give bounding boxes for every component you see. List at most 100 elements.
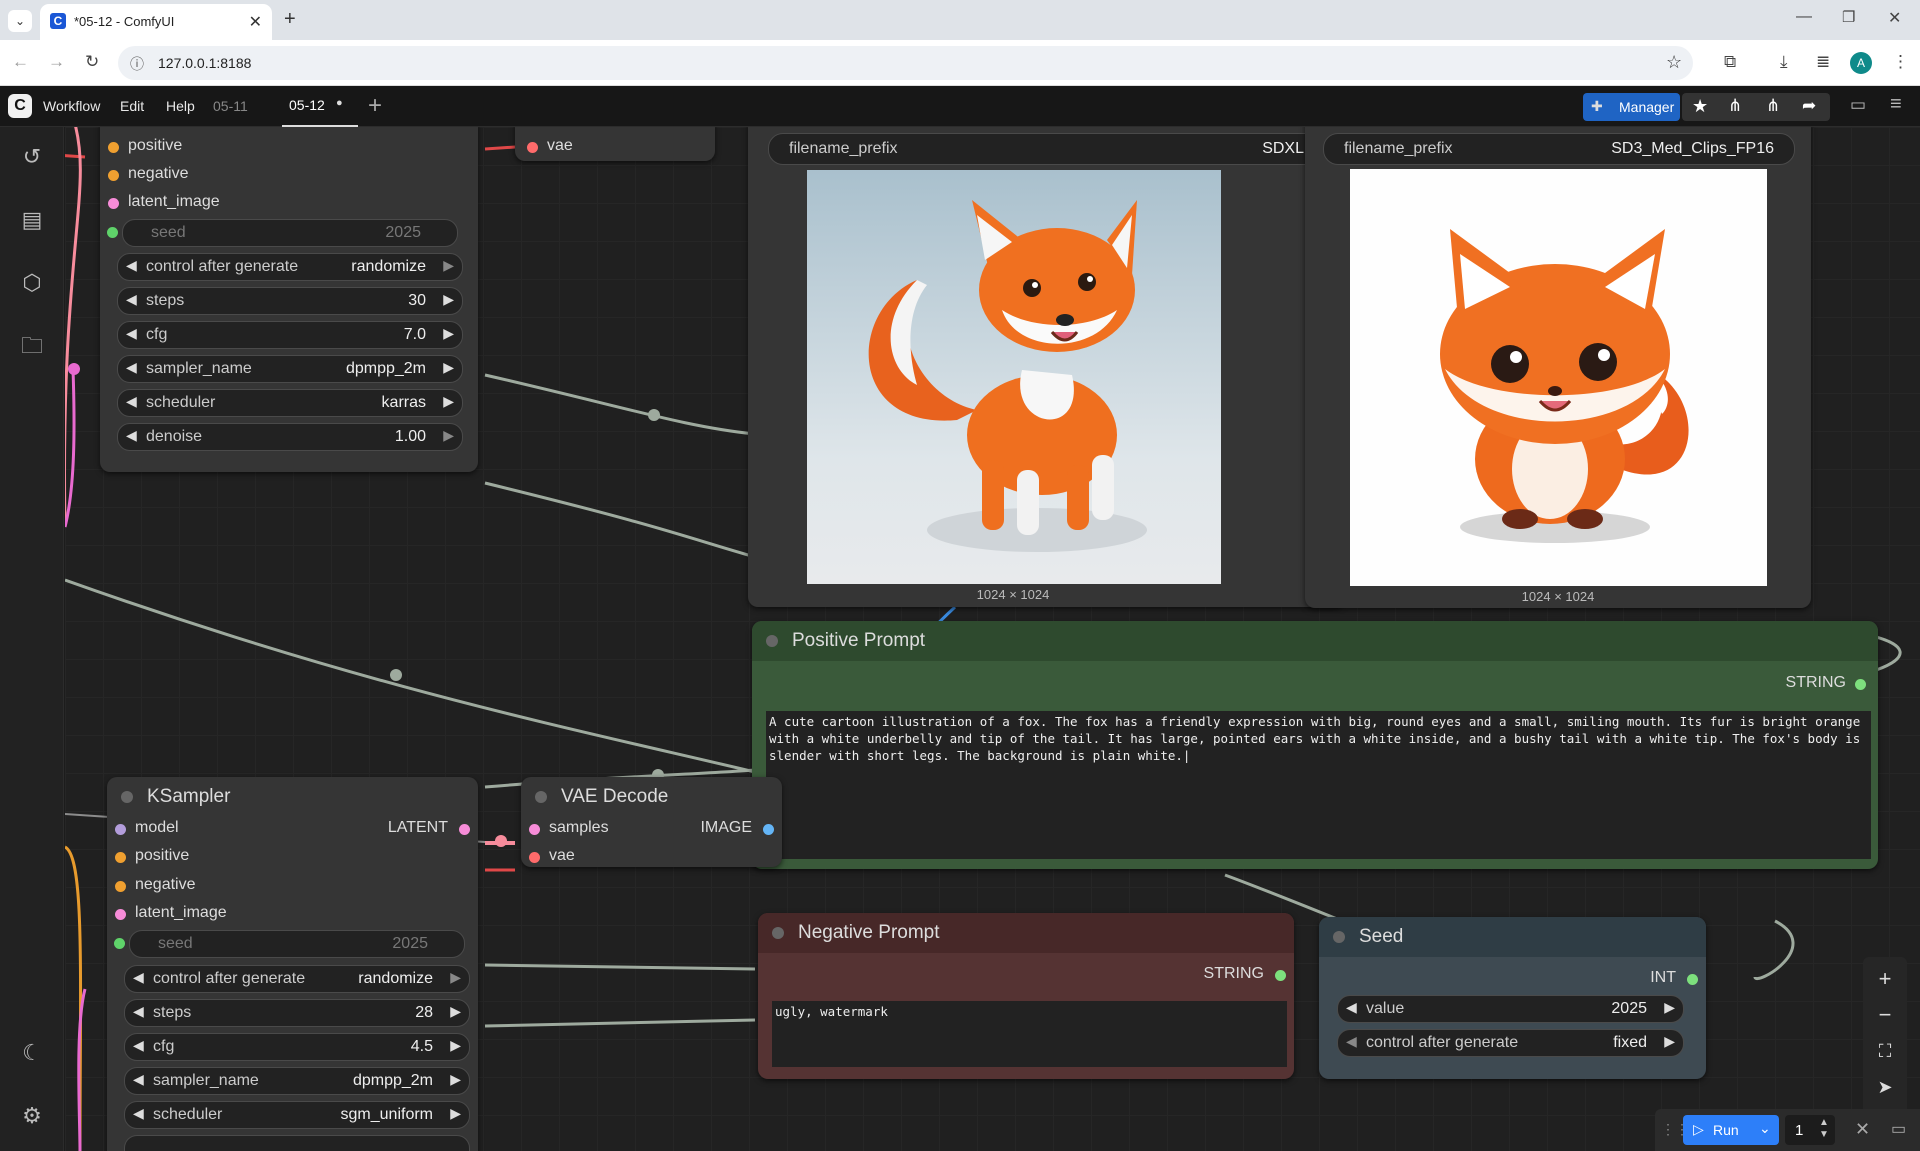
queue-icon[interactable]: ▤ — [18, 206, 46, 234]
input-positive[interactable]: positive — [115, 847, 189, 867]
ksampler-top-node[interactable]: positive negative latent_image seed 2025 … — [100, 127, 478, 472]
bookmark-star-icon[interactable]: ☆ — [1666, 52, 1682, 73]
seed-node[interactable]: Seed INT ◀ value 2025 ▶ ◀ control after gene… — [1319, 917, 1706, 1079]
cfg-widget[interactable]: ◀ cfg 7.0 ▶ — [117, 321, 463, 349]
workflows-folder-icon[interactable]: 🗀 — [18, 332, 46, 360]
node-title[interactable]: KSampler — [107, 777, 478, 817]
collapse-dot-icon[interactable] — [772, 927, 784, 939]
close-queue-icon[interactable]: ✕ — [1855, 1119, 1870, 1140]
input-negative[interactable]: negative — [115, 876, 196, 896]
sdxl-fox-image[interactable] — [807, 170, 1221, 584]
pointer-mode-icon[interactable]: ➤ — [1869, 1071, 1901, 1103]
extensions-icon[interactable]: ⧉ — [1724, 52, 1736, 72]
save-image-sd3-node[interactable]: filename_prefix SD3_Med_Clips_FP16 1024 … — [1305, 127, 1811, 608]
vae-decode-node[interactable]: VAE Decode samples IMAGE vae — [521, 777, 782, 867]
menu-help[interactable]: Help — [166, 98, 195, 114]
media-icon[interactable]: ≣ — [1816, 52, 1830, 72]
negative-prompt-textarea[interactable]: ugly, watermark — [772, 1001, 1287, 1067]
back-icon[interactable]: ← — [12, 52, 29, 72]
output-string[interactable]: STRING — [1786, 674, 1866, 694]
profile-avatar[interactable]: A — [1850, 52, 1872, 74]
filename-prefix-widget[interactable]: filename_prefix SD3_Med_Clips_FP16 — [1323, 133, 1795, 165]
zoom-out-icon[interactable]: − — [1869, 999, 1901, 1031]
menu-workflow[interactable]: Workflow — [43, 98, 100, 114]
positive-prompt-textarea[interactable]: A cute cartoon illustration of a fox. Th… — [766, 711, 1871, 859]
ksampler-bottom-node[interactable]: KSampler model LATENT positive negative … — [107, 777, 478, 1151]
input-latent-image[interactable]: latent_image — [108, 193, 220, 213]
node-graph-canvas[interactable]: positive negative latent_image seed 2025 … — [65, 127, 1920, 1151]
stepper-icon[interactable]: ▲ ▼ — [1819, 1117, 1829, 1141]
output-string[interactable]: STRING — [1204, 965, 1286, 985]
address-bar[interactable]: ⓘ 127.0.0.1:8188 ☆ — [118, 46, 1693, 80]
forward-icon[interactable]: → — [48, 52, 65, 72]
sd3-fox-image[interactable] — [1350, 169, 1767, 586]
tab-search-icon[interactable]: ⌄ — [8, 10, 32, 32]
positive-prompt-node[interactable]: Positive Prompt STRING A cute cartoon il… — [752, 621, 1878, 869]
node-title[interactable]: VAE Decode — [521, 777, 782, 817]
control-after-generate-widget[interactable]: ◀ control after generate fixed ▶ — [1337, 1029, 1684, 1057]
minimize-icon[interactable]: — — [1796, 8, 1812, 26]
restore-icon[interactable]: ❐ — [1842, 8, 1855, 26]
browser-tab[interactable]: C *05-12 - ComfyUI ✕ — [40, 4, 272, 40]
scheduler-widget[interactable]: ◀ scheduler karras ▶ — [117, 389, 463, 417]
input-latent-image[interactable]: latent_image — [115, 904, 227, 924]
negative-prompt-node[interactable]: Negative Prompt STRING ugly, watermark — [758, 913, 1294, 1079]
input-vae[interactable]: vae — [527, 137, 573, 157]
new-tab-icon[interactable]: + — [284, 8, 296, 31]
workflow-tab-05-11[interactable]: 05-11 — [213, 98, 248, 114]
output-latent[interactable]: LATENT — [388, 819, 470, 839]
sampler-name-widget[interactable]: ◀ sampler_name dpmpp_2m ▶ — [124, 1067, 470, 1095]
control-after-generate-widget[interactable]: ◀ control after generate randomize ▶ — [124, 965, 470, 993]
workflow-tab-05-12[interactable]: 05-12 ● — [282, 86, 358, 127]
input-model[interactable]: model — [115, 819, 179, 839]
more-widget[interactable] — [124, 1135, 470, 1151]
collapse-dot-icon[interactable] — [1333, 931, 1345, 943]
favorite-star-icon[interactable]: ★ — [1692, 96, 1708, 117]
batch-count-input[interactable]: 1 ▲ ▼ — [1785, 1115, 1835, 1145]
denoise-widget[interactable]: ◀ denoise 1.00 ▶ — [117, 423, 463, 451]
collapse-dot-icon[interactable] — [121, 791, 133, 803]
theme-moon-icon[interactable]: ☾ — [18, 1039, 46, 1067]
seed-widget[interactable]: seed 2025 — [107, 219, 458, 247]
menu-edit[interactable]: Edit — [120, 98, 144, 114]
hamburger-menu-icon[interactable]: ≡ — [1890, 93, 1902, 116]
model-alt-icon[interactable]: ⋔ — [1766, 96, 1780, 116]
input-samples[interactable]: samples — [529, 819, 609, 839]
model-icon[interactable]: ⋔ — [1728, 96, 1742, 116]
vae-decode-top-node[interactable]: vae — [515, 127, 715, 161]
node-title[interactable]: Seed — [1319, 917, 1706, 957]
collapse-dot-icon[interactable] — [766, 635, 778, 647]
node-title[interactable]: Positive Prompt — [752, 621, 1878, 661]
close-tab-icon[interactable]: ✕ — [249, 12, 262, 32]
settings-gear-icon[interactable]: ⚙ — [18, 1102, 46, 1130]
reload-icon[interactable]: ↻ — [85, 52, 99, 72]
control-after-generate-widget[interactable]: ◀ control after generate randomize ▶ — [117, 253, 463, 281]
steps-widget[interactable]: ◀ steps 28 ▶ — [124, 999, 470, 1027]
queue-panel-icon[interactable]: ▭ — [1891, 1119, 1906, 1139]
panel-toggle-icon[interactable]: ▭ — [1850, 95, 1866, 115]
zoom-in-icon[interactable]: + — [1869, 963, 1901, 995]
run-options-chevron-icon[interactable]: ⌄ — [1759, 1120, 1771, 1137]
cfg-widget[interactable]: ◀ cfg 4.5 ▶ — [124, 1033, 470, 1061]
save-image-sdxl-node[interactable]: filename_prefix SDXL 1024 × 1024 — [748, 127, 1345, 607]
input-positive[interactable]: positive — [108, 137, 182, 157]
browser-menu-icon[interactable]: ⋮ — [1892, 52, 1909, 72]
input-negative[interactable]: negative — [108, 165, 189, 185]
steps-widget[interactable]: ◀ steps 30 ▶ — [117, 287, 463, 315]
site-info-icon[interactable]: ⓘ — [130, 54, 144, 74]
output-image[interactable]: IMAGE — [700, 819, 774, 839]
seed-value-widget[interactable]: ◀ value 2025 ▶ — [1337, 995, 1684, 1023]
fit-view-icon[interactable]: ⛶ — [1869, 1035, 1901, 1067]
scheduler-widget[interactable]: ◀ scheduler sgm_uniform ▶ — [124, 1101, 470, 1129]
input-vae[interactable]: vae — [529, 847, 575, 867]
model-library-icon[interactable]: ⬡ — [18, 269, 46, 297]
history-icon[interactable]: ↺ — [18, 143, 46, 171]
download-icon[interactable]: ⤓ — [1780, 52, 1788, 72]
manager-button[interactable]: ✚ Manager — [1583, 93, 1680, 121]
node-title[interactable]: Negative Prompt — [758, 913, 1294, 953]
add-workflow-tab-button[interactable]: + — [368, 92, 382, 120]
seed-widget[interactable]: seed 2025 — [114, 930, 465, 958]
output-int[interactable]: INT — [1650, 969, 1698, 989]
comfyui-logo-icon[interactable]: C — [8, 94, 32, 118]
filename-prefix-widget[interactable]: filename_prefix SDXL — [768, 133, 1327, 165]
